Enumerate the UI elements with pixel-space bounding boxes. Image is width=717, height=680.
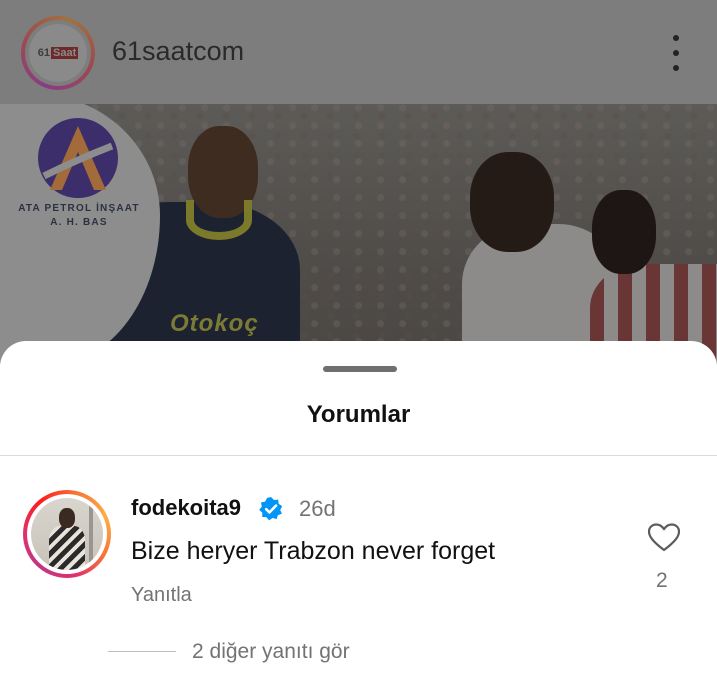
player-figure	[592, 190, 656, 274]
verified-badge-icon	[259, 497, 283, 521]
sponsor-logo-icon	[38, 118, 118, 198]
avatar	[31, 498, 103, 570]
shirt-sponsor-text: Otokoç	[170, 310, 259, 337]
comment-username[interactable]: fodekoita9	[131, 495, 241, 521]
more-vertical-icon[interactable]	[666, 35, 686, 71]
view-replies-button[interactable]: 2 diğer yanıtı gör	[192, 640, 350, 664]
account-logo: 61 Saat	[37, 47, 79, 59]
player-figure	[470, 152, 554, 252]
commenter-avatar[interactable]	[23, 490, 111, 578]
like-count: 2	[656, 569, 668, 592]
sponsor-line-2: A. H. BAS	[50, 217, 108, 228]
replies-divider-line	[108, 651, 176, 652]
logo-word: Saat	[51, 47, 79, 59]
account-avatar[interactable]: 61 Saat	[21, 16, 95, 90]
sponsor-line-1: ATA PETROL İNŞAAT	[18, 203, 140, 214]
player-figure	[186, 200, 252, 240]
comments-sheet: Yorumlar fodekoita9 26d Bize heryer Trab…	[0, 341, 717, 680]
post-image: Otokoç ATA PETROL İNŞAAT A. H. BAS	[0, 104, 717, 364]
divider	[0, 455, 717, 456]
comment-text: Bize heryer Trabzon never forget	[131, 537, 496, 565]
post-header: 61 Saat 61saatcom	[0, 0, 717, 104]
reply-button[interactable]: Yanıtla	[131, 584, 192, 607]
sponsor-text: ATA PETROL İNŞAAT A. H. BAS	[4, 202, 154, 230]
logo-number: 61	[37, 47, 50, 59]
drag-handle[interactable]	[323, 366, 397, 372]
sheet-title: Yorumlar	[306, 401, 411, 428]
comment-time: 26d	[299, 496, 336, 521]
heart-icon[interactable]	[648, 523, 680, 553]
account-name[interactable]: 61saatcom	[112, 36, 244, 67]
